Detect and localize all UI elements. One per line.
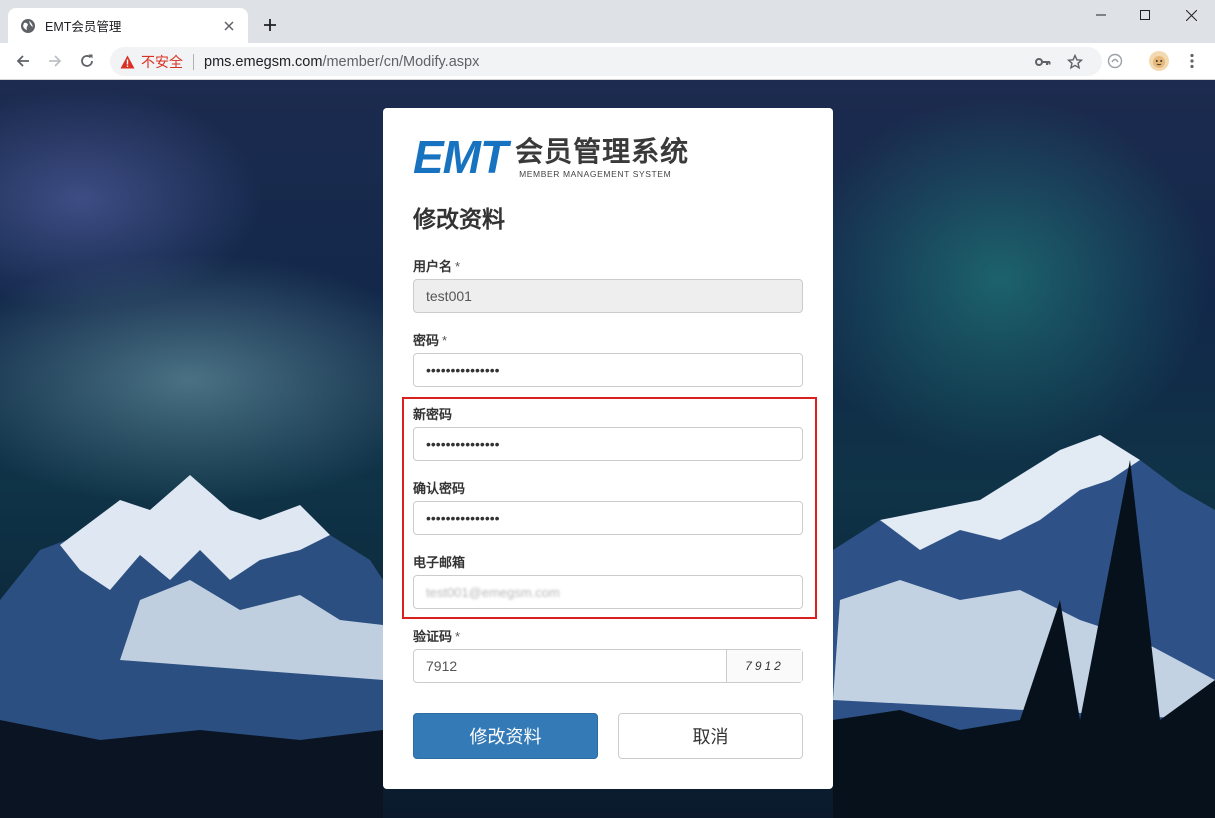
cancel-button[interactable]: 取消 <box>618 713 803 759</box>
captcha-label: 验证码 * <box>413 626 460 645</box>
username-input[interactable]: test001 <box>413 279 803 313</box>
reload-icon <box>81 54 93 67</box>
required-mark: * <box>455 259 461 274</box>
password-label-text: 密码 <box>413 333 440 348</box>
minimize-button[interactable] <box>1078 0 1124 30</box>
logo-brand: EMT <box>413 131 508 183</box>
password-input[interactable]: ••••••••••••••• <box>413 353 803 387</box>
captcha-field: 7912 7912 <box>413 649 803 683</box>
captcha-input[interactable]: 7912 <box>414 650 726 682</box>
highlight-box <box>402 397 817 619</box>
star-icon[interactable] <box>1062 47 1088 76</box>
required-mark: * <box>442 333 448 348</box>
profile-avatar-icon[interactable] <box>1146 48 1172 74</box>
captcha-label-text: 验证码 <box>413 629 453 644</box>
extension-icon[interactable] <box>1102 48 1128 74</box>
globe-icon <box>20 18 36 34</box>
url-host: pms.emegsm.com <box>204 53 323 70</box>
arrow-left-icon <box>16 55 29 67</box>
security-label[interactable]: 不安全 <box>141 52 183 72</box>
emt-logo: EMT 会员管理系统 MEMBER MANAGEMENT SYSTEM <box>413 131 690 183</box>
username-label-text: 用户名 <box>413 259 453 274</box>
required-mark: * <box>455 629 461 644</box>
url-path: /member/cn/Modify.aspx <box>322 53 480 70</box>
arrow-right-icon <box>49 55 62 67</box>
browser-toolbar: 不安全 pms.emegsm.com /member/cn/Modify.asp… <box>0 43 1215 80</box>
forward-button[interactable] <box>42 48 68 74</box>
back-button[interactable] <box>10 48 36 74</box>
address-separator <box>193 53 194 70</box>
page-title: 修改资料 <box>413 206 505 232</box>
password-value: ••••••••••••••• <box>426 362 500 378</box>
close-tab-icon[interactable] <box>220 17 238 35</box>
close-window-button[interactable] <box>1168 0 1214 30</box>
username-label: 用户名 * <box>413 256 460 275</box>
maximize-button[interactable] <box>1122 0 1168 30</box>
reload-button[interactable] <box>74 48 100 74</box>
menu-kebab-icon[interactable] <box>1179 48 1205 74</box>
tab-strip: EMT会员管理 <box>0 0 1215 43</box>
captcha-value: 7912 <box>426 658 458 674</box>
submit-modify-button[interactable]: 修改资料 <box>413 713 598 759</box>
warning-icon[interactable] <box>120 55 135 69</box>
new-tab-button[interactable] <box>258 13 282 37</box>
logo-name-cn: 会员管理系统 <box>515 136 690 167</box>
address-bar[interactable]: 不安全 pms.emegsm.com /member/cn/Modify.asp… <box>110 47 1102 76</box>
key-icon[interactable] <box>1030 47 1056 76</box>
browser-tab[interactable]: EMT会员管理 <box>8 8 248 43</box>
password-label: 密码 * <box>413 330 447 349</box>
username-value: test001 <box>426 288 472 304</box>
captcha-image[interactable]: 7912 <box>726 650 802 682</box>
tab-title: EMT会员管理 <box>45 20 122 34</box>
logo-name-en: MEMBER MANAGEMENT SYSTEM <box>519 169 672 179</box>
